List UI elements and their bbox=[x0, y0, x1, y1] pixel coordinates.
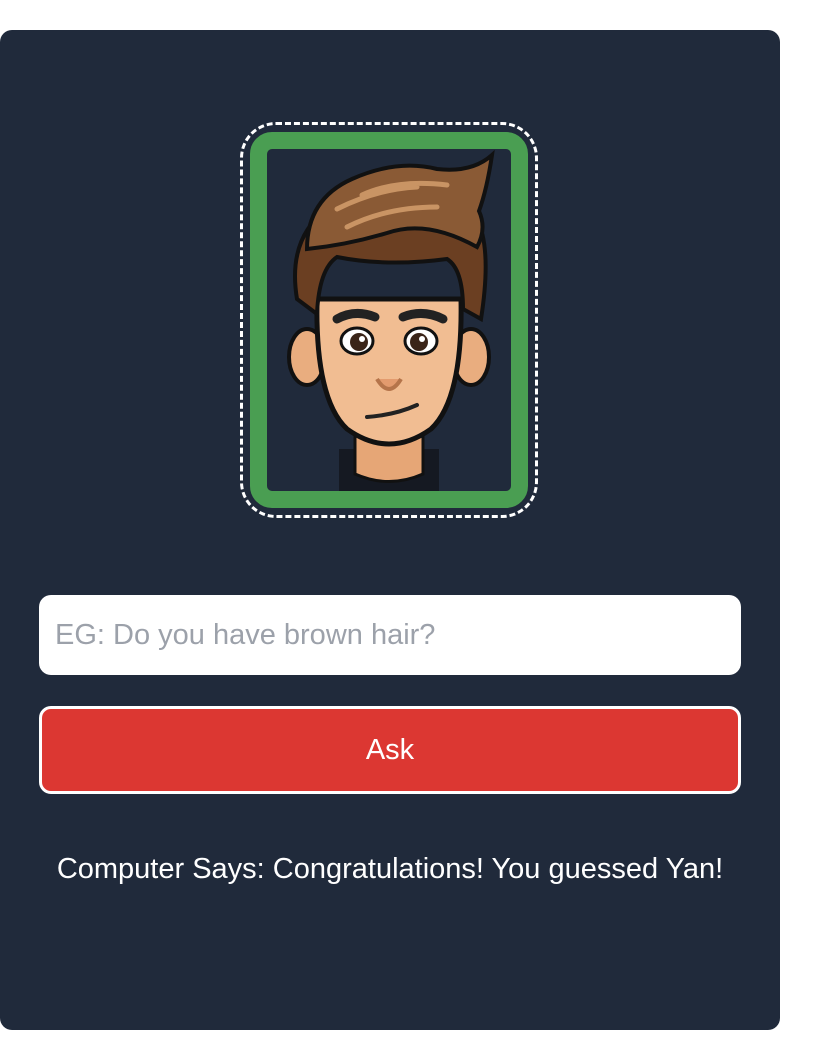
computer-response-text: Computer Says: Congratulations! You gues… bbox=[56, 853, 724, 885]
question-input[interactable] bbox=[39, 595, 741, 675]
game-panel: Ask Computer Says: Congratulations! You … bbox=[0, 30, 780, 1030]
character-card[interactable] bbox=[250, 132, 528, 508]
ask-button[interactable]: Ask bbox=[39, 706, 741, 794]
boy-avatar-icon bbox=[287, 149, 495, 491]
